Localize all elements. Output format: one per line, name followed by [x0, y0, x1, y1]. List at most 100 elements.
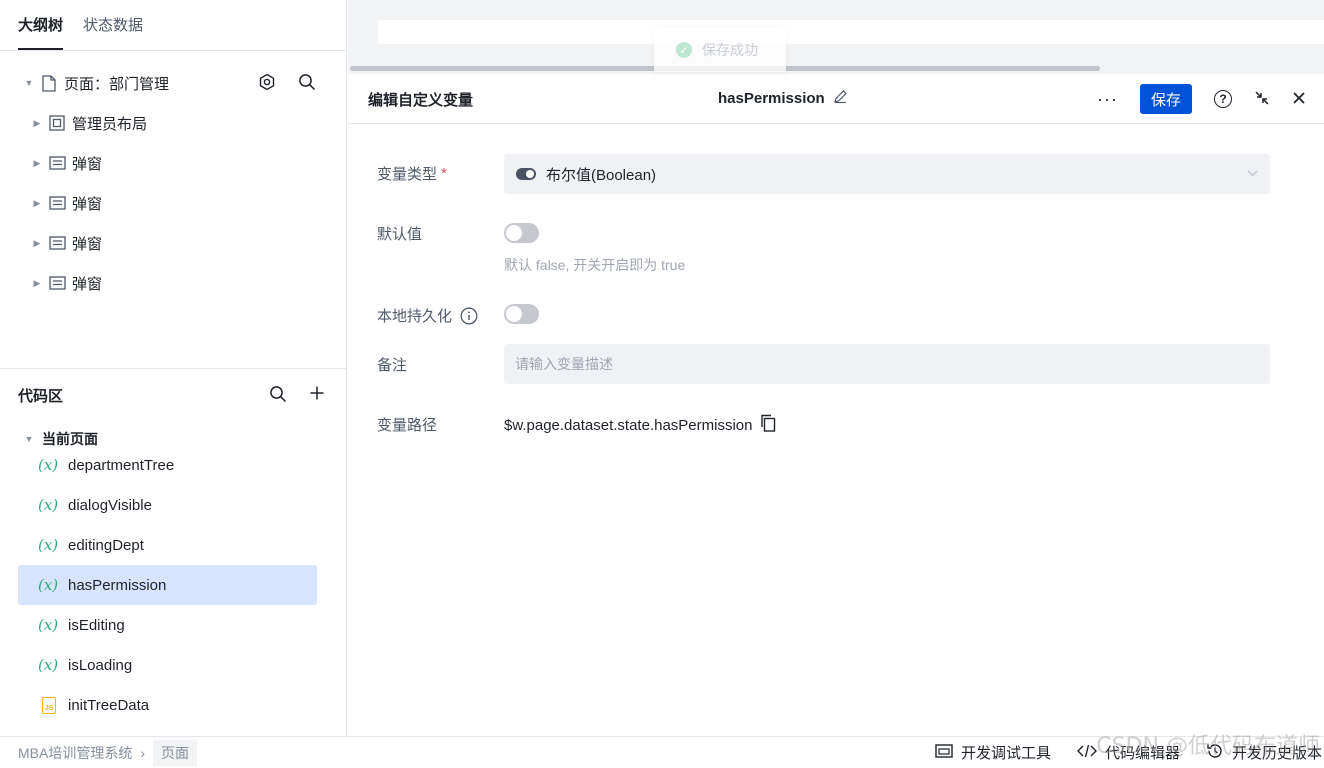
breadcrumb: MBA培训管理系统 › 页面: [18, 737, 198, 768]
caret-right-icon[interactable]: ▶: [32, 198, 42, 208]
right-panel: ✓ 保存成功 编辑自定义变量 hasPermission ··· 保存 ? 变量…: [348, 0, 1324, 736]
code-item-label: isEditing: [68, 616, 125, 634]
debug-window-icon: [935, 743, 953, 762]
code-area-actions: [269, 385, 325, 407]
edit-pencil-icon[interactable]: [833, 89, 848, 108]
form-row-type: 变量类型 *: [377, 163, 504, 184]
add-icon[interactable]: [309, 385, 325, 407]
variable-icon: (x): [38, 456, 59, 474]
caret-right-icon[interactable]: ▶: [32, 238, 42, 248]
bottom-bar: MBA培训管理系统 › 页面 开发调试工具 代码编辑器 开发历史版本: [0, 736, 1324, 768]
dialog-icon: [48, 194, 66, 212]
code-editor-label: 代码编辑器: [1104, 745, 1180, 762]
tree-item-label: 弹窗: [72, 155, 103, 173]
code-item-isLoading[interactable]: (x) isLoading: [18, 645, 317, 685]
bottom-actions: 开发调试工具 代码编辑器 开发历史版本: [935, 737, 1322, 768]
dialog-icon: [48, 274, 66, 292]
code-item-initTreeData[interactable]: JS initTreeData: [18, 685, 317, 725]
tree-item-dialog[interactable]: ▶ 弹窗: [0, 183, 346, 223]
caret-down-icon[interactable]: ▼: [24, 434, 34, 444]
caret-down-icon[interactable]: ▼: [24, 78, 34, 88]
tab-state-data[interactable]: 状态数据: [83, 0, 143, 50]
code-editor-button[interactable]: 代码编辑器: [1076, 742, 1180, 763]
variable-path: $w.page.dataset.state.hasPermission: [504, 414, 776, 436]
tree-root-actions: [258, 73, 316, 95]
code-item-label: departmentTree: [68, 456, 175, 474]
layout-icon: [48, 114, 66, 132]
canvas-preview-strip: [348, 0, 1324, 74]
persist-switch[interactable]: [504, 304, 539, 324]
caret-right-icon[interactable]: ▶: [32, 118, 42, 128]
code-item-editingDept[interactable]: (x) editingDept: [18, 525, 317, 565]
chevron-right-icon: ›: [140, 744, 146, 761]
type-label-text: 变量类型: [377, 166, 438, 183]
history-icon: [1206, 742, 1224, 764]
page-icon: [40, 74, 58, 92]
left-tabs: 大纲树 状态数据: [0, 0, 346, 51]
caret-right-icon[interactable]: ▶: [32, 158, 42, 168]
type-select-value: 布尔值(Boolean): [546, 166, 657, 184]
tree-item-admin-layout[interactable]: ▶ 管理员布局: [0, 103, 346, 143]
editor-actions: ··· 保存 ?: [1097, 84, 1306, 114]
debug-tools-button[interactable]: 开发调试工具: [935, 742, 1051, 763]
search-icon[interactable]: [298, 73, 316, 95]
code-item-label: isLoading: [68, 656, 133, 674]
info-icon[interactable]: [460, 307, 478, 325]
debug-tools-label: 开发调试工具: [960, 745, 1051, 762]
tree-item-label: 管理员布局: [72, 115, 148, 133]
tree-root-page[interactable]: ▼ 页面：部门管理: [0, 63, 346, 103]
toast-text: 保存成功: [702, 42, 758, 58]
default-value-switch[interactable]: [504, 223, 539, 243]
code-item-departmentTree[interactable]: (x) departmentTree: [18, 445, 317, 485]
required-mark: *: [441, 165, 447, 182]
path-label: 变量路径: [377, 417, 438, 434]
code-item-label: hasPermission: [68, 576, 167, 594]
history-label: 开发历史版本: [1231, 745, 1322, 762]
js-file-icon: JS: [42, 696, 56, 714]
breadcrumb-app[interactable]: MBA培训管理系统: [18, 743, 132, 763]
code-item-hasPermission[interactable]: (x) hasPermission: [18, 565, 317, 605]
code-area-header: 代码区: [0, 369, 347, 421]
type-label: 变量类型 *: [377, 163, 504, 184]
tree-item-dialog[interactable]: ▶ 弹窗: [0, 263, 346, 303]
chevron-down-icon: [1247, 166, 1258, 180]
editor-header: 编辑自定义变量 hasPermission ··· 保存 ?: [348, 74, 1324, 124]
variable-icon: (x): [38, 576, 59, 594]
variable-path-value: $w.page.dataset.state.hasPermission: [504, 416, 753, 434]
copy-icon[interactable]: [760, 414, 776, 436]
code-item-dialogVisible[interactable]: (x) dialogVisible: [18, 485, 317, 525]
tab-outline-tree[interactable]: 大纲树: [18, 0, 64, 50]
canvas-preview: [378, 20, 1324, 44]
save-success-toast: ✓ 保存成功: [654, 28, 786, 72]
app-root: 大纲树 状态数据 ▼ 页面：部门管理 ▶ 管理员布局 ▶ 弹窗 ▶ 弹窗 ▶ 弹…: [0, 0, 1324, 768]
boolean-toggle-icon: [516, 168, 536, 180]
form-row-path: 变量路径: [377, 414, 504, 435]
code-item-label: editingDept: [68, 536, 144, 554]
search-icon[interactable]: [269, 385, 287, 407]
persist-label-text: 本地持久化: [377, 308, 453, 325]
editor-title: 编辑自定义变量: [368, 92, 474, 109]
tree-item-dialog[interactable]: ▶ 弹窗: [0, 143, 346, 183]
code-item-label: initTreeData: [68, 696, 150, 714]
code-item-isEditing[interactable]: (x) isEditing: [18, 605, 317, 645]
remark-input[interactable]: [504, 344, 1270, 384]
code-icon: [1076, 744, 1097, 762]
code-area: 代码区 ▼ 当前页面 (x) departmentTree (x) dialog…: [0, 368, 347, 736]
caret-right-icon[interactable]: ▶: [32, 278, 42, 288]
history-button[interactable]: 开发历史版本: [1206, 742, 1322, 764]
variable-name: hasPermission: [718, 89, 848, 108]
tree-item-dialog[interactable]: ▶ 弹窗: [0, 223, 346, 263]
more-icon[interactable]: ···: [1097, 89, 1118, 110]
save-button[interactable]: 保存: [1140, 84, 1192, 114]
help-icon[interactable]: ?: [1214, 90, 1232, 108]
type-select[interactable]: 布尔值(Boolean): [504, 154, 1270, 194]
default-label: 默认值: [377, 226, 423, 243]
form-row-remark: 备注: [377, 354, 504, 375]
close-icon[interactable]: [1292, 91, 1306, 108]
tree-item-label: 弹窗: [72, 195, 103, 213]
dialog-icon: [48, 234, 66, 252]
settings-hex-icon[interactable]: [258, 73, 276, 95]
collapse-icon[interactable]: [1254, 90, 1270, 109]
breadcrumb-page[interactable]: 页面: [153, 739, 198, 766]
default-value-hint: 默认 false, 开关开启即为 true: [504, 257, 686, 273]
